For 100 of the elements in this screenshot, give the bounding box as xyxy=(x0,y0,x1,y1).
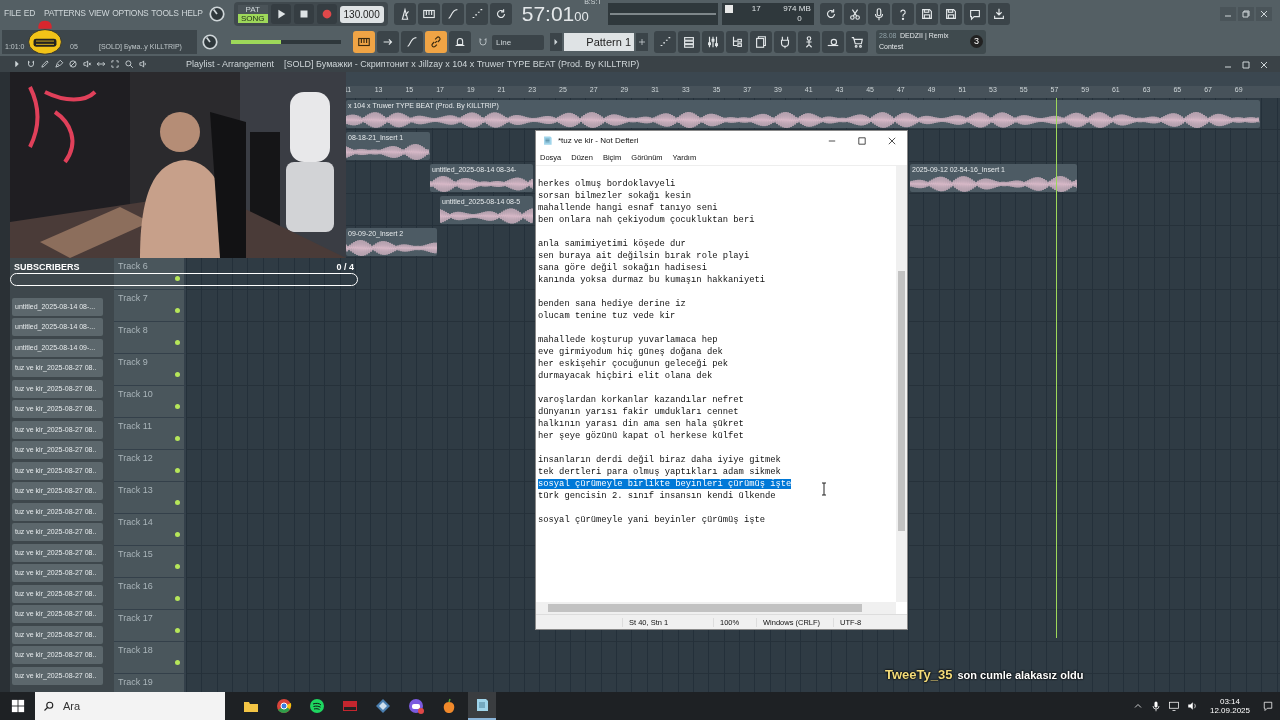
curve-button[interactable] xyxy=(401,31,423,53)
menu-item[interactable]: HELP xyxy=(181,8,203,18)
maximize-icon xyxy=(858,136,866,145)
helmet-drawing xyxy=(26,19,64,55)
mute-led[interactable] xyxy=(175,436,180,441)
metronome-button[interactable] xyxy=(393,3,416,25)
tree-button[interactable] xyxy=(726,31,748,53)
track-header[interactable]: Track 10 xyxy=(114,386,184,417)
menu-item[interactable]: OPTIONS xyxy=(112,8,149,18)
scissors-button[interactable] xyxy=(843,3,866,25)
microphone-icon[interactable] xyxy=(1149,700,1162,712)
vertical-scrollbar[interactable] xyxy=(896,166,907,602)
menu-item[interactable]: TOOLS xyxy=(151,8,179,18)
arrow-button[interactable] xyxy=(377,31,399,53)
track-header[interactable]: Track 14 xyxy=(114,514,184,545)
mixer-button[interactable] xyxy=(702,31,724,53)
brush-icon[interactable] xyxy=(54,59,64,69)
search-placeholder: Ara xyxy=(63,700,81,712)
speaker-icon[interactable] xyxy=(1185,700,1198,712)
track-header[interactable]: Track 19 xyxy=(114,674,184,692)
cart-icon xyxy=(850,35,864,49)
typing-keyboard-button[interactable] xyxy=(353,31,375,53)
minimize-button[interactable] xyxy=(1220,7,1236,21)
snail-button[interactable] xyxy=(822,31,844,53)
channel-rack-button[interactable] xyxy=(678,31,700,53)
menu-item[interactable]: PATTERNS xyxy=(44,8,86,18)
cart-button[interactable] xyxy=(846,31,868,53)
close-button[interactable] xyxy=(1256,7,1272,21)
start-icon[interactable] xyxy=(11,699,25,713)
master-volume-slider[interactable] xyxy=(231,40,281,44)
track-header[interactable]: Track 18 xyxy=(114,642,184,673)
search-field[interactable]: Ara xyxy=(35,692,225,720)
mute-led[interactable] xyxy=(175,500,180,505)
plug-button[interactable] xyxy=(774,31,796,53)
monitor-icon[interactable] xyxy=(1167,700,1180,712)
playlist-title: Playlist - Arrangement xyxy=(186,59,275,69)
zoom-icon[interactable] xyxy=(124,59,134,69)
subscribers-count: 0 / 4 xyxy=(336,262,354,272)
bell-button[interactable] xyxy=(449,31,471,53)
track-header[interactable]: Track 17 xyxy=(114,610,184,641)
save-new-button[interactable] xyxy=(939,3,962,25)
mute-led[interactable] xyxy=(175,276,180,281)
download-button[interactable] xyxy=(987,3,1010,25)
magnet-icon[interactable] xyxy=(26,59,36,69)
link-button[interactable] xyxy=(425,31,447,53)
menu-item[interactable]: VIEW xyxy=(88,8,110,18)
menu-item[interactable]: ED xyxy=(23,8,35,18)
mute-led[interactable] xyxy=(175,564,180,569)
track-header[interactable]: Track 8 xyxy=(114,322,184,353)
text-line: herkes olmuş bordoklavyeli xyxy=(538,179,676,189)
restore-button[interactable] xyxy=(1238,7,1254,21)
mode-toggle[interactable]: SONG xyxy=(238,14,268,23)
track-name: Track 11 xyxy=(118,421,152,431)
track-header[interactable]: Track 7 xyxy=(114,290,184,321)
stop-button[interactable] xyxy=(293,4,314,24)
track-header[interactable]: Track 11 xyxy=(114,418,184,449)
track-header[interactable]: Track 16 xyxy=(114,578,184,609)
snap-dropdown[interactable]: Line xyxy=(492,34,544,50)
mode-toggle[interactable]: PAT xyxy=(238,5,268,14)
mute-led[interactable] xyxy=(175,532,180,537)
pencil-icon[interactable] xyxy=(40,59,50,69)
pages-button[interactable] xyxy=(750,31,772,53)
mute-led[interactable] xyxy=(175,596,180,601)
tri-icon[interactable] xyxy=(12,59,22,69)
person-button[interactable] xyxy=(798,31,820,53)
knob[interactable] xyxy=(208,5,226,23)
pattern-selector[interactable]: Pattern 1 xyxy=(564,33,634,51)
mute-led[interactable] xyxy=(175,660,180,665)
menu-item[interactable]: FILE xyxy=(4,8,21,18)
mute-led[interactable] xyxy=(175,628,180,633)
clock-date: 12.09.2025 xyxy=(1209,706,1250,715)
track-header[interactable]: Track 15 xyxy=(114,546,184,577)
tempo-field[interactable]: 130.000 xyxy=(339,5,384,23)
horizontal-scrollbar[interactable] xyxy=(536,602,896,614)
track-header[interactable]: Track 6 xyxy=(114,258,184,289)
taskbar-app[interactable] xyxy=(468,692,496,720)
slip-icon[interactable] xyxy=(96,59,106,69)
track-header[interactable]: Track 12 xyxy=(114,450,184,481)
microphone-button[interactable] xyxy=(867,3,890,25)
play-button[interactable] xyxy=(270,4,291,24)
mute-led[interactable] xyxy=(175,404,180,409)
magnet-icon[interactable] xyxy=(477,36,489,48)
select-icon[interactable] xyxy=(110,59,120,69)
help-button[interactable] xyxy=(891,3,914,25)
mute-led[interactable] xyxy=(175,372,180,377)
text-line: eve girmiyodum hiç güneş doğana dek xyxy=(538,347,723,357)
chat-button[interactable] xyxy=(963,3,986,25)
mute-icon[interactable] xyxy=(82,59,92,69)
knob[interactable] xyxy=(201,33,219,51)
mute-led[interactable] xyxy=(175,468,180,473)
track-header[interactable]: Track 13 xyxy=(114,482,184,513)
save-button[interactable] xyxy=(915,3,938,25)
mute-led[interactable] xyxy=(175,308,180,313)
voices-count: 17 xyxy=(751,4,761,13)
loop-button[interactable] xyxy=(489,3,512,25)
notification-icon[interactable] xyxy=(1262,700,1274,712)
track-header[interactable]: Track 9 xyxy=(114,354,184,385)
reset-button[interactable] xyxy=(819,3,842,25)
mute-led[interactable] xyxy=(175,340,180,345)
nosign-icon[interactable] xyxy=(68,59,78,69)
